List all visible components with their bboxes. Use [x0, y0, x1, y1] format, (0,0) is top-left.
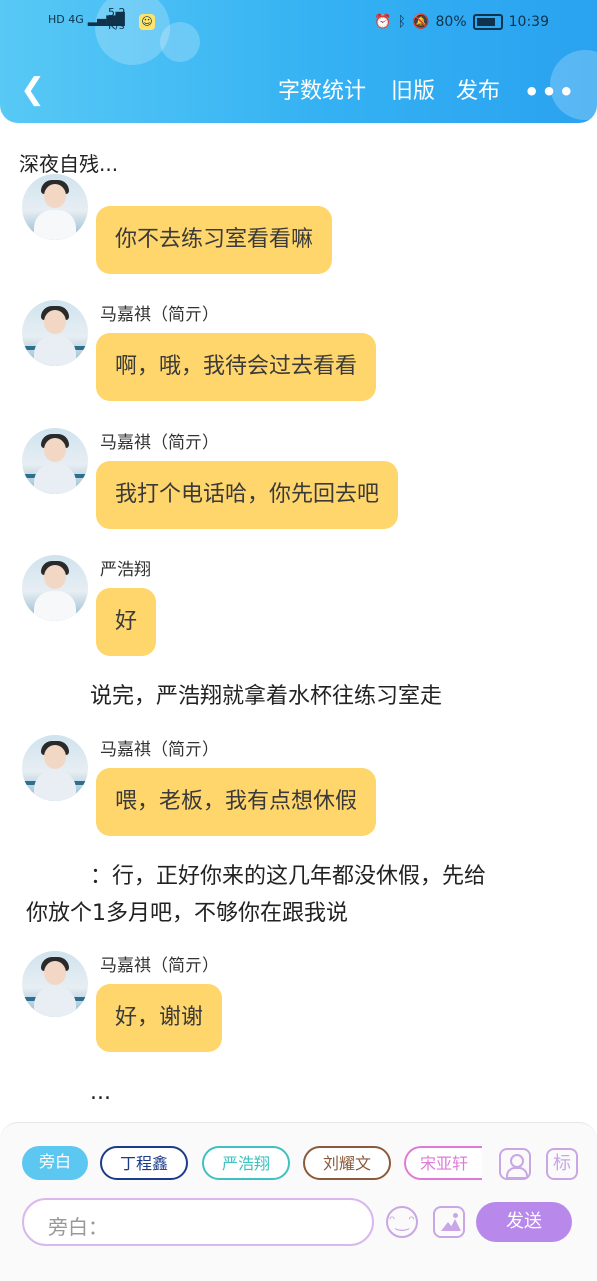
old-version-button[interactable]: 旧版	[391, 78, 435, 106]
message-bubble[interactable]: 喂，老板，我有点想休假	[96, 768, 377, 836]
role-chip[interactable]: 严浩翔	[202, 1146, 290, 1180]
role-chip[interactable]: 丁程鑫	[100, 1146, 188, 1180]
story-title: 深夜自残...	[19, 152, 119, 176]
message-bubble[interactable]: 你不去练习室看看嘛	[96, 206, 333, 274]
send-button[interactable]: 发送	[476, 1202, 572, 1242]
alarm-icon: ⏰	[374, 14, 392, 30]
status-bar: HD 4G ▂▄▆█ 5.2 K/s ☺ ⏰ ᛒ 🔕 80% 10:39	[0, 6, 597, 38]
net-speed: 5.2 K/s	[108, 6, 126, 32]
mute-icon: 🔕	[412, 14, 430, 30]
more-options-icon[interactable]: •••	[524, 78, 576, 106]
chevron-left-icon[interactable]: ❮	[20, 72, 45, 108]
narration-text[interactable]: 你放个1多月吧，不够你在跟我说	[26, 895, 348, 927]
message-bubble[interactable]: 好	[96, 588, 157, 656]
avatar[interactable]	[22, 428, 88, 494]
speaker-name: 马嘉祺（简亓）	[100, 305, 219, 325]
role-chip[interactable]: 刘耀文	[303, 1146, 391, 1180]
narration-text[interactable]: ...	[90, 1080, 111, 1105]
clock: 10:39	[508, 14, 549, 30]
avatar[interactable]	[22, 735, 88, 801]
input-placeholder: 旁白：	[48, 1215, 108, 1239]
bluetooth-icon: ᛒ	[397, 14, 407, 30]
avatar[interactable]	[22, 951, 88, 1017]
battery-icon	[472, 14, 503, 30]
signal-text: HD 4G	[48, 12, 84, 26]
message-bubble[interactable]: 啊，哦，我待会过去看看	[96, 333, 377, 401]
role-chip-narrator[interactable]: 旁白	[22, 1146, 88, 1180]
speaker-name: 马嘉祺（简亓）	[100, 433, 219, 453]
app-notification-icon: ☺	[139, 14, 155, 30]
publish-button[interactable]: 发布	[456, 78, 500, 106]
speaker-name: 马嘉祺（简亓）	[100, 740, 219, 760]
speaker-name: 马嘉祺（简亓）	[100, 956, 219, 976]
battery-percent: 80%	[435, 14, 467, 30]
narration-text[interactable]: 说完，严浩翔就拿着水杯往练习室走	[90, 678, 442, 710]
net-speed-value: 5.2	[108, 6, 126, 19]
avatar[interactable]	[22, 555, 88, 621]
narration-text[interactable]: ：行，正好你来的这几年都没休假，先给	[90, 858, 486, 890]
app-header: HD 4G ▂▄▆█ 5.2 K/s ☺ ⏰ ᛒ 🔕 80% 10:39 ❮ 字…	[0, 0, 597, 123]
role-chip[interactable]: 宋亚轩	[404, 1146, 482, 1180]
word-count-button[interactable]: 字数统计	[278, 78, 366, 106]
message-input[interactable]: 旁白：	[22, 1198, 374, 1246]
avatar[interactable]	[22, 174, 88, 240]
avatar[interactable]	[22, 300, 88, 366]
tag-icon[interactable]: 标	[546, 1148, 578, 1180]
status-right: ⏰ ᛒ 🔕 80% 10:39	[374, 14, 549, 30]
user-profile-icon[interactable]	[499, 1148, 531, 1180]
speaker-name: 严浩翔	[100, 560, 151, 580]
message-bubble[interactable]: 好，谢谢	[96, 984, 223, 1052]
net-speed-unit: K/s	[108, 19, 125, 32]
message-bubble[interactable]: 我打个电话哈，你先回去吧	[96, 461, 399, 529]
image-icon[interactable]	[433, 1206, 465, 1238]
emoji-icon[interactable]: ᵔ‿ᵔ	[386, 1206, 418, 1238]
